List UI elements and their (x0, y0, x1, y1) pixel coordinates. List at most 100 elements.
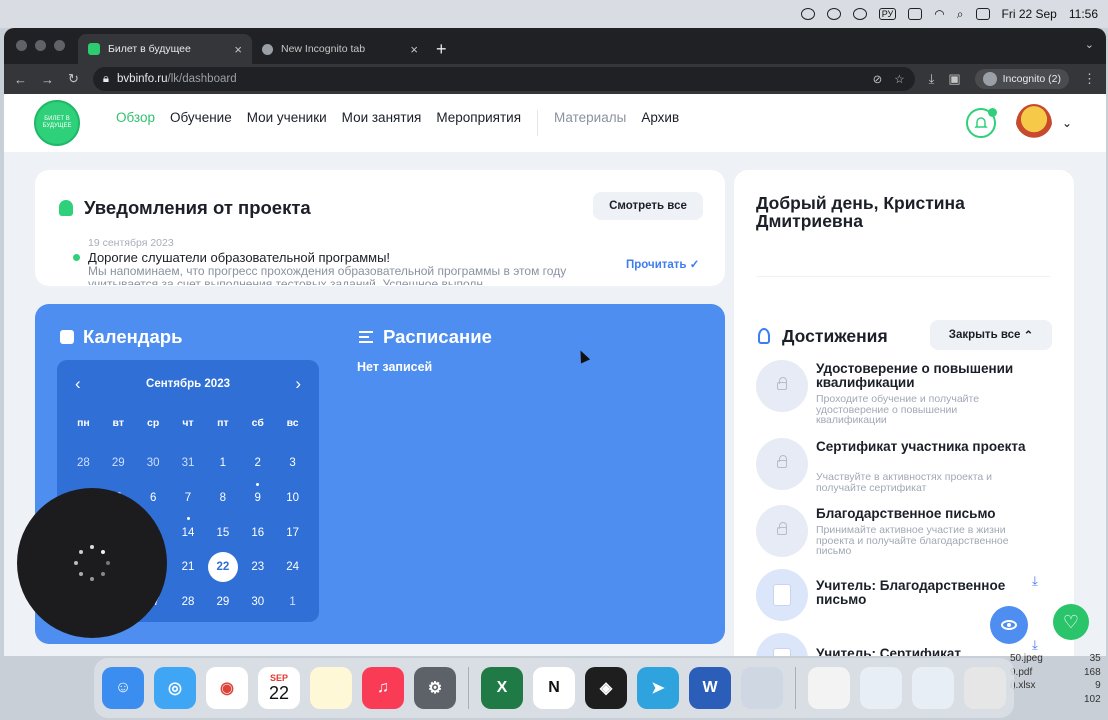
safari-icon[interactable]: ◎ (154, 667, 196, 709)
browser-menu-icon[interactable]: ⋮ (1083, 71, 1096, 87)
nav-item-my-students[interactable]: Мои ученики (247, 110, 327, 136)
excel-icon[interactable]: X (481, 667, 523, 709)
mac-dock: ☺ ◎ ◉ SEP 22 ♫ ⚙ X N ◈ ➤ W (94, 658, 1014, 718)
calendar-day[interactable]: 28 (66, 446, 101, 481)
word-icon[interactable]: W (689, 667, 731, 709)
finder-icon[interactable]: ☺ (102, 667, 144, 709)
telegram-icon[interactable]: ➤ (637, 667, 679, 709)
incognito-profile-button[interactable]: Incognito (2) (974, 69, 1069, 89)
chevron-right-icon[interactable]: › (295, 374, 301, 394)
calendar-day[interactable]: 29 (205, 585, 240, 620)
calendar-day[interactable]: 8 (205, 481, 240, 516)
eye-off-icon[interactable]: ⊘ (873, 72, 883, 86)
calendar-day[interactable]: 17 (275, 515, 310, 550)
nav-item-overview[interactable]: Обзор (116, 110, 155, 136)
calendar-day[interactable]: 21 (171, 550, 206, 585)
window-thumbnail-icon[interactable] (860, 667, 902, 709)
file-size: 102 (1084, 693, 1101, 705)
nav-divider (537, 110, 539, 136)
calendar-day[interactable]: 1 (205, 446, 240, 481)
address-bar[interactable]: 🔒︎ bvbinfo.ru/lk/dashboard ⊘ ☆ (92, 67, 915, 91)
reload-icon[interactable]: ↻ (68, 71, 79, 87)
notion-icon[interactable]: N (533, 667, 575, 709)
calendar-day[interactable]: 30 (240, 585, 275, 620)
read-button[interactable]: Прочитать ✓ (626, 257, 699, 271)
forward-icon[interactable]: → (41, 72, 54, 87)
lock-icon (756, 438, 808, 490)
tab-bilet[interactable]: Билет в будущее × (78, 34, 252, 64)
calendar-day[interactable]: 14 (171, 515, 206, 550)
keyboard-layout-indicator[interactable]: РУ (878, 8, 897, 20)
menubar-time[interactable]: 11:56 (1069, 7, 1098, 21)
chevron-down-icon[interactable]: ⌄ (1062, 116, 1072, 130)
file-size: 35 (1089, 653, 1101, 664)
status-icon[interactable] (800, 8, 815, 20)
nav-item-archive[interactable]: Архив (641, 110, 679, 136)
close-tab-icon[interactable]: × (234, 42, 242, 57)
cloud-icon[interactable] (852, 8, 867, 20)
preview-icon[interactable] (741, 667, 783, 709)
accessibility-eye-button[interactable] (990, 606, 1028, 644)
calendar-day[interactable]: 2 (240, 446, 275, 481)
calendar-day[interactable]: 15 (205, 515, 240, 550)
file-name[interactable]: 50.jpeg (1010, 652, 1043, 666)
figma-icon[interactable]: ◈ (585, 667, 627, 709)
system-settings-icon[interactable]: ⚙ (414, 667, 456, 709)
weekday-label: пт (217, 417, 229, 429)
pdf-thumbnail-icon[interactable] (808, 667, 850, 709)
site-logo[interactable]: БИЛЕТ В БУДУЩЕЕ (34, 100, 80, 146)
close-tab-icon[interactable]: × (410, 42, 418, 57)
calendar-day[interactable]: 28 (171, 585, 206, 620)
search-icon[interactable]: ⌕ (957, 7, 964, 22)
calendar-day[interactable]: 7 (171, 481, 206, 516)
tab-incognito[interactable]: New Incognito tab × (252, 34, 428, 64)
achievement-title: Учитель: Сертификат (816, 646, 961, 657)
notifications-bell-button[interactable] (966, 108, 997, 138)
file-name[interactable]: i).xlsx (1010, 679, 1043, 693)
download-icon[interactable]: ⤓ (1032, 637, 1038, 653)
calendar-day[interactable]: 3 (275, 446, 310, 481)
chrome-icon[interactable]: ◉ (206, 667, 248, 709)
calendar-day[interactable]: 22 (205, 550, 240, 585)
battery-icon[interactable] (908, 8, 923, 20)
bookmark-star-icon[interactable]: ☆ (894, 72, 904, 86)
download-icon[interactable]: ⤓ (929, 71, 935, 87)
tab-search-chevron-icon[interactable]: ⌄ (1085, 38, 1094, 51)
close-window-button[interactable] (16, 40, 27, 51)
trash-icon[interactable] (964, 667, 1006, 709)
spinner-dot (101, 572, 106, 577)
calendar-day[interactable]: 23 (240, 550, 275, 585)
download-icon[interactable]: ⤓ (1032, 573, 1038, 589)
calendar-app-icon[interactable]: SEP 22 (258, 667, 300, 709)
calendar-day[interactable]: 30 (136, 446, 171, 481)
calendar-day[interactable]: 29 (101, 446, 136, 481)
side-panel-icon[interactable]: ▣ (948, 71, 960, 87)
nav-item-events[interactable]: Мероприятия (436, 110, 521, 136)
menubar-date[interactable]: Fri 22 Sep (1002, 7, 1057, 21)
settings-icon[interactable] (826, 8, 841, 20)
zoom-window-button[interactable] (54, 40, 65, 51)
nav-item-materials[interactable]: Материалы (554, 110, 626, 136)
calendar-day[interactable]: 16 (240, 515, 275, 550)
window-thumbnail-icon[interactable] (912, 667, 954, 709)
calendar-day[interactable]: 10 (275, 481, 310, 516)
lock-icon[interactable]: 🔒︎ (103, 73, 109, 86)
music-icon[interactable]: ♫ (362, 667, 404, 709)
nav-item-my-lessons[interactable]: Мои занятия (342, 110, 422, 136)
calendar-day[interactable]: 24 (275, 550, 310, 585)
see-all-button[interactable]: Смотреть все (593, 192, 703, 220)
calendar-day[interactable]: 31 (171, 446, 206, 481)
calendar-day[interactable]: 1 (275, 585, 310, 620)
avatar[interactable] (1016, 104, 1052, 144)
new-tab-button[interactable]: + (428, 34, 455, 64)
nav-item-learning[interactable]: Обучение (170, 110, 232, 136)
wifi-icon[interactable]: ◠ (934, 7, 944, 21)
health-heart-button[interactable]: ♡ (1053, 604, 1089, 640)
notes-icon[interactable] (310, 667, 352, 709)
minimize-window-button[interactable] (35, 40, 46, 51)
collapse-all-button[interactable]: Закрыть все ⌃ (930, 320, 1052, 350)
calendar-day[interactable]: 9 (240, 481, 275, 516)
control-center-icon[interactable] (975, 8, 990, 20)
file-name[interactable]: 9.pdf (1010, 666, 1043, 680)
back-icon[interactable]: ← (14, 72, 27, 87)
